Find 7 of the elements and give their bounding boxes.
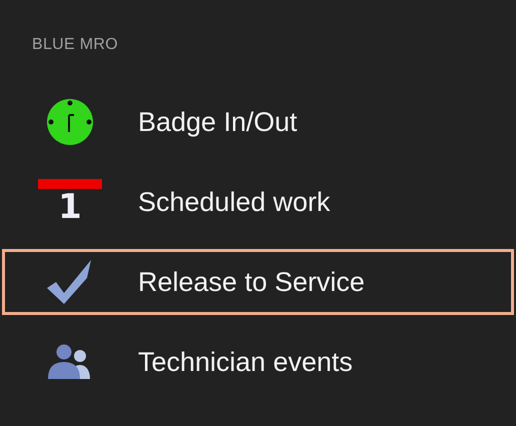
clock-icon	[46, 98, 94, 146]
menu-item[interactable]: Badge In/Out	[2, 82, 514, 162]
checkmark-icon	[47, 260, 93, 304]
menu-item[interactable]: Technician events	[2, 322, 514, 402]
menu-item[interactable]: Release to Service	[2, 249, 514, 315]
section-title: BLUE MRO	[31, 35, 119, 55]
menu-item[interactable]: 1 Scheduled work	[2, 162, 514, 242]
